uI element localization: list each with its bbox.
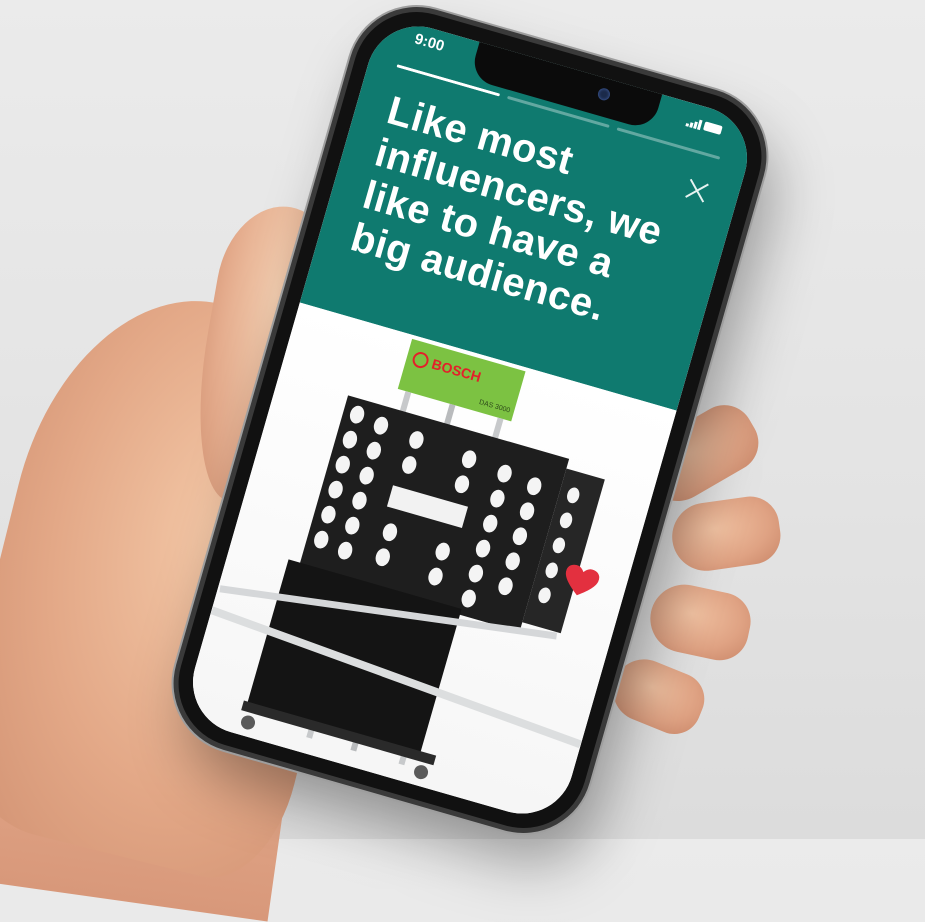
close-icon[interactable] bbox=[681, 175, 713, 207]
signal-icon bbox=[685, 116, 703, 131]
battery-icon bbox=[702, 121, 723, 135]
front-camera bbox=[596, 86, 612, 102]
hand-finger bbox=[603, 650, 713, 742]
photo-scene: 9:00 Like most influencers, we like to h… bbox=[0, 0, 925, 922]
status-icons bbox=[685, 114, 727, 137]
hand-finger bbox=[667, 492, 785, 576]
story-headline: Like most influencers, we like to have a… bbox=[345, 88, 668, 330]
wheel bbox=[241, 715, 256, 730]
story-progress-segment bbox=[616, 127, 721, 160]
story-progress-fill bbox=[616, 127, 618, 131]
story-progress-fill bbox=[506, 95, 508, 99]
status-time: 9:00 bbox=[412, 30, 447, 56]
wheel bbox=[414, 765, 429, 780]
hand-finger bbox=[644, 578, 756, 666]
